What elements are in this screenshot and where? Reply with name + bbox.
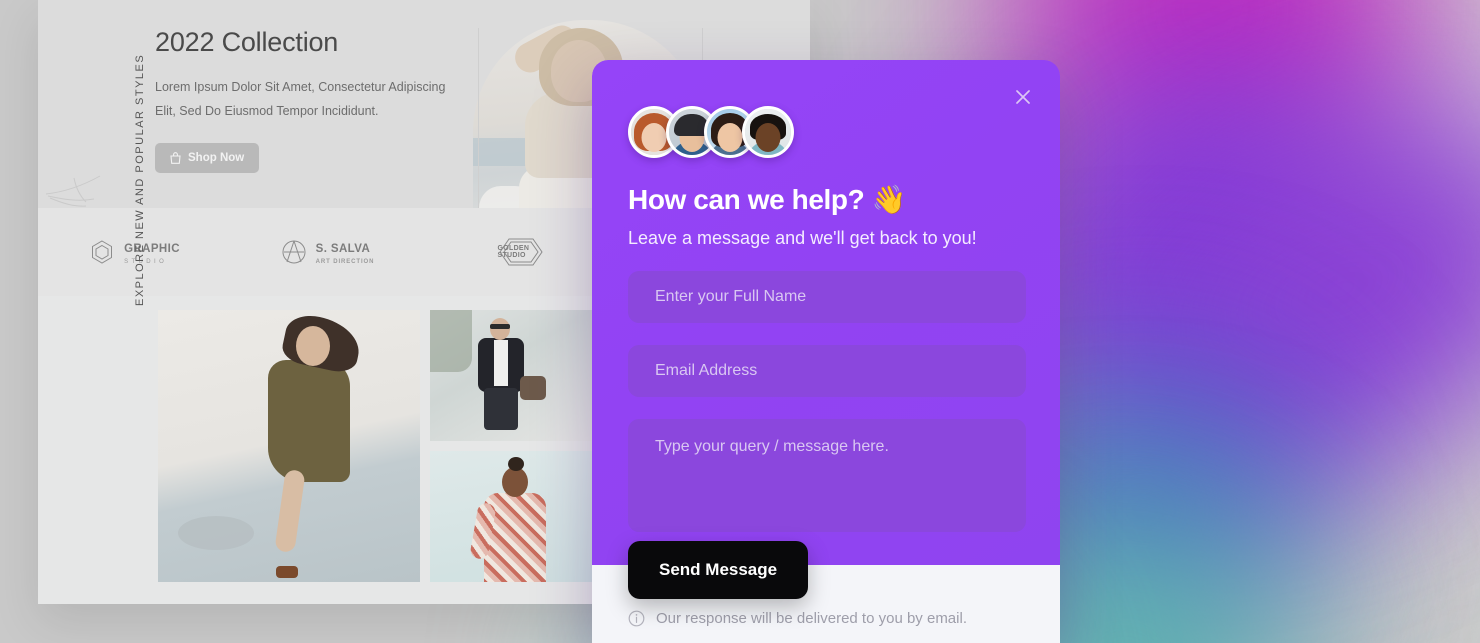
footer-note-text: Our response will be delivered to you by…	[656, 610, 967, 627]
shop-now-button[interactable]: Shop Now	[155, 142, 260, 173]
message-textarea[interactable]	[628, 419, 1026, 532]
shopping-bag-icon	[170, 151, 181, 164]
hero-title: 2022 Collection	[155, 27, 339, 57]
email-input[interactable]	[628, 345, 1026, 397]
chat-title: How can we help? 👋	[628, 184, 907, 215]
chat-widget: How can we help? 👋 Leave a message and w…	[592, 60, 1060, 643]
brand-name: S. SALVA	[315, 242, 371, 255]
info-icon	[628, 610, 645, 627]
chat-widget-body: How can we help? 👋 Leave a message and w…	[592, 60, 1060, 599]
product-tile[interactable]	[430, 451, 609, 582]
product-tile[interactable]	[430, 310, 609, 441]
brand-sub: STUDIO	[124, 258, 168, 265]
fullname-input[interactable]	[628, 271, 1026, 323]
products-section-label: EXPLORE NEW AND POPULAR STYLES	[134, 53, 146, 306]
brand-sub: ART DIRECTION	[315, 258, 375, 265]
agent-avatars	[628, 60, 1024, 158]
close-icon[interactable]	[1010, 84, 1036, 110]
hexagon-badge-icon: GOLDEN STUDIO	[498, 237, 544, 267]
brand-name: GRAPHIC	[124, 242, 180, 255]
footer-note: Our response will be delivered to you by…	[628, 610, 967, 627]
hexagon-outline-icon	[89, 239, 115, 265]
brand-name: GOLDEN STUDIO	[497, 245, 530, 259]
hero-subtitle: Lorem Ipsum Dolor Sit Amet, Consectetur …	[155, 80, 446, 118]
send-message-button[interactable]: Send Message	[628, 541, 809, 599]
hero-copy: 2022 Collection Lorem Ipsum Dolor Sit Am…	[155, 26, 455, 173]
circle-monogram-icon	[281, 239, 307, 265]
chat-subtitle: Leave a message and we'll get back to yo…	[628, 228, 977, 248]
agent-avatar-4	[742, 106, 794, 158]
brand-logo: GOLDEN STUDIO	[424, 237, 617, 267]
product-tile[interactable]	[158, 310, 420, 582]
leaf-decoration-icon	[44, 172, 124, 212]
shop-now-label: Shop Now	[188, 151, 245, 164]
brand-logo: S. SALVA ART DIRECTION	[231, 239, 424, 265]
